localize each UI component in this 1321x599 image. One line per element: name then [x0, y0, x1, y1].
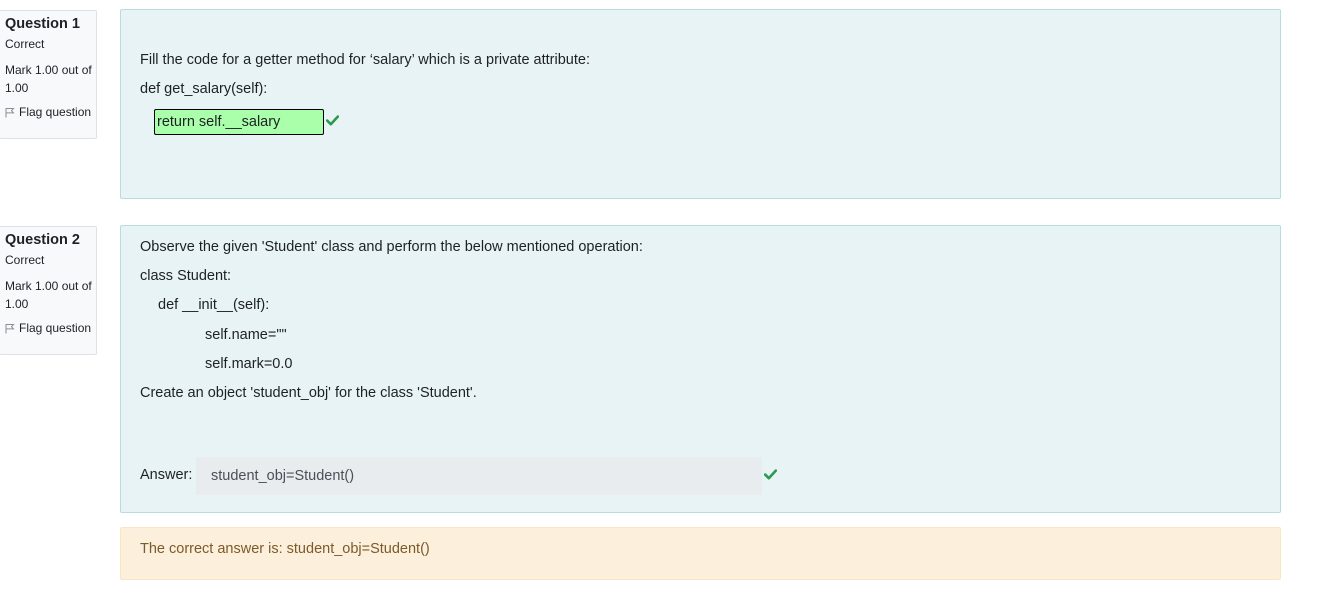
- question-2-answer-input[interactable]: [196, 457, 762, 495]
- flag-icon: [5, 323, 15, 333]
- question-1-answer-input[interactable]: [154, 109, 324, 135]
- question-2-answer-label: Answer:: [140, 467, 193, 483]
- question-1-info: Question 1 Correct Mark 1.00 out of 1.00…: [0, 10, 97, 139]
- question-1-flag-button[interactable]: Flag question: [5, 105, 96, 119]
- question-2-text-line-6: Create an object 'student_obj' for the c…: [140, 385, 477, 401]
- correct-check-icon: [764, 469, 777, 480]
- question-2-text-line-1: Observe the given 'Student' class and pe…: [140, 239, 643, 255]
- question-2-text-line-3: def __init__(self):: [158, 297, 270, 313]
- question-2-flag-button[interactable]: Flag question: [5, 321, 96, 335]
- question-2-text-line-2: class Student:: [140, 268, 232, 284]
- question-2-info: Question 2 Correct Mark 1.00 out of 1.00…: [0, 226, 97, 355]
- question-1-text-line-2: def get_salary(self):: [140, 81, 268, 97]
- question-1-grade: Mark 1.00 out of 1.00: [5, 63, 92, 95]
- question-2-content: Observe the given 'Student' class and pe…: [120, 225, 1281, 513]
- question-2-flag-label: Flag question: [19, 321, 92, 335]
- correct-check-icon: [326, 115, 339, 126]
- question-1-title: Question 1: [5, 16, 80, 32]
- question-1-flag-label: Flag question: [19, 105, 92, 119]
- question-2-text-line-5: self.mark=0.0: [205, 356, 293, 372]
- question-1-state: Correct: [5, 37, 45, 51]
- flag-icon: [5, 107, 15, 117]
- question-2-state: Correct: [5, 253, 45, 267]
- question-2-feedback: The correct answer is: student_obj=Stude…: [120, 527, 1281, 580]
- question-2-title: Question 2: [5, 232, 80, 248]
- question-2-text-line-4: self.name="": [205, 327, 287, 343]
- question-1-content: Fill the code for a getter method for ‘s…: [120, 9, 1281, 199]
- question-2-grade: Mark 1.00 out of 1.00: [5, 279, 92, 311]
- question-1-text-line-1: Fill the code for a getter method for ‘s…: [140, 52, 590, 68]
